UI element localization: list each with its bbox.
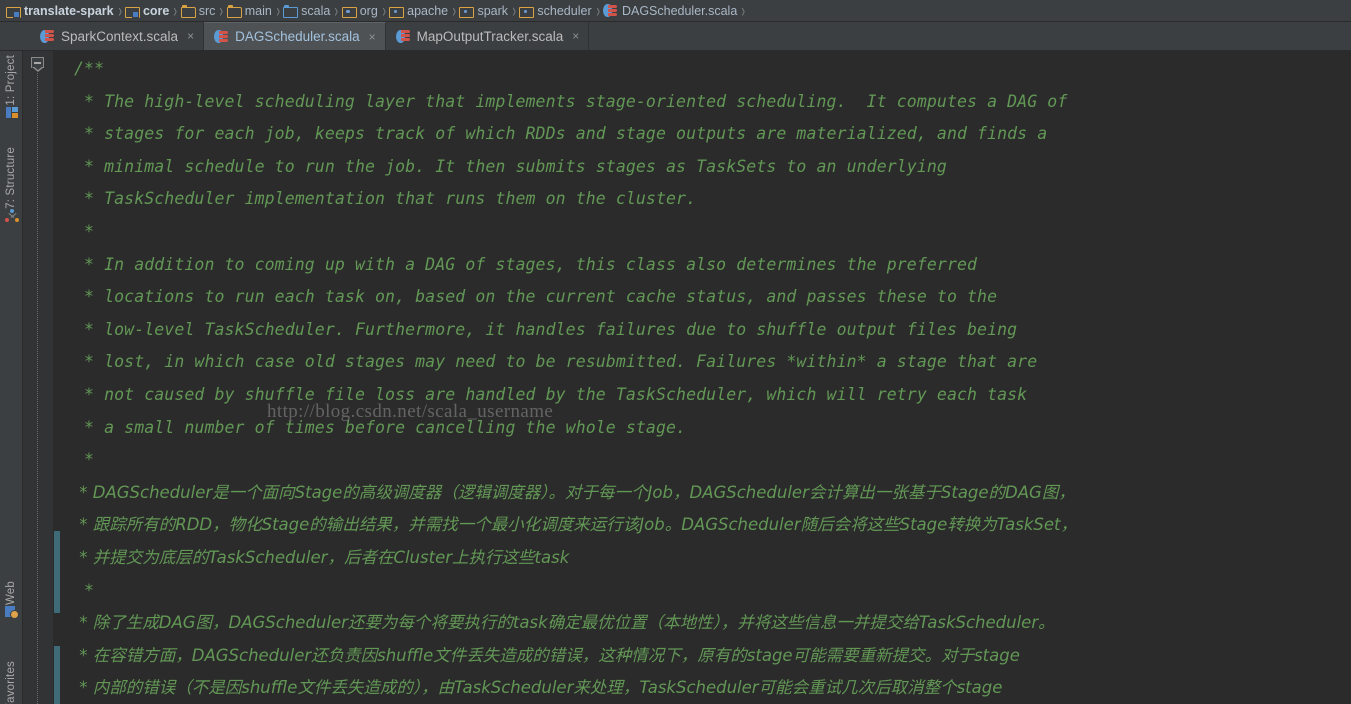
code-line[interactable]: * The high-level scheduling layer that i… bbox=[61, 86, 1351, 119]
code-line[interactable]: * 跟踪所有的RDD，物化Stage的输出结果，并需找一个最小化调度来运行该Jo… bbox=[61, 509, 1351, 542]
tool-window-tab-label: 2: Favorites bbox=[5, 661, 17, 704]
editor-tab-label: DAGScheduler.scala bbox=[235, 29, 360, 44]
breadcrumb-separator-icon: › bbox=[595, 0, 600, 21]
package-folder-icon bbox=[459, 5, 475, 18]
package-folder-icon bbox=[341, 5, 357, 18]
breadcrumb-item-spark[interactable]: spark bbox=[457, 0, 511, 21]
code-line[interactable]: * 在容错方面，DAGScheduler还负责因shuffle文件丢失造成的错误… bbox=[61, 640, 1351, 673]
breadcrumb: translate-spark › core › src › main › scala › org ›… bbox=[0, 0, 1351, 22]
breadcrumb-separator-icon: › bbox=[452, 0, 457, 21]
breadcrumb-separator-icon: › bbox=[512, 0, 517, 21]
web-icon bbox=[4, 605, 19, 620]
folder-icon bbox=[226, 4, 242, 18]
breadcrumb-item-label: translate-spark bbox=[24, 3, 114, 18]
ide-body: 1: Project 7: Structure Web ★2: Favorites /… bbox=[0, 51, 1351, 704]
breadcrumb-item-label: apache bbox=[407, 3, 449, 18]
code-line[interactable]: * locations to run each task on, based o… bbox=[61, 281, 1351, 314]
code-line[interactable]: * bbox=[61, 216, 1351, 249]
scala-file-icon bbox=[214, 30, 229, 44]
editor-tab-sparkcontext-scala[interactable]: SparkContext.scala × bbox=[30, 22, 205, 50]
breadcrumb-item-scala[interactable]: scala bbox=[281, 0, 333, 21]
scala-file-icon bbox=[40, 29, 55, 43]
tool-window-tab-7-structure[interactable]: 7: Structure bbox=[0, 147, 23, 227]
code-line[interactable]: * 内部的错误（不是因shuffle文件丢失造成的），由TaskSchedule… bbox=[61, 672, 1351, 704]
editor-tab-dagscheduler-scala[interactable]: DAGScheduler.scala × bbox=[204, 22, 386, 50]
code-line[interactable]: * a small number of times before cancell… bbox=[61, 412, 1351, 445]
source-root-folder-icon bbox=[283, 4, 299, 18]
breadcrumb-item-dagscheduler-scala[interactable]: DAGScheduler.scala bbox=[601, 0, 740, 21]
close-icon[interactable]: × bbox=[187, 30, 194, 42]
fold-region-guide bbox=[37, 73, 38, 704]
breadcrumb-separator-icon: › bbox=[334, 0, 339, 21]
breadcrumb-item-label: DAGScheduler.scala bbox=[621, 3, 738, 18]
scala-file-icon bbox=[602, 4, 618, 18]
code-line[interactable]: * DAGScheduler是一个面向Stage的高级调度器（逻辑调度器）。对于… bbox=[61, 477, 1351, 510]
change-marker-strip[interactable] bbox=[53, 51, 61, 704]
structure-icon bbox=[4, 208, 19, 223]
close-icon[interactable]: × bbox=[572, 30, 579, 42]
folder-icon bbox=[180, 4, 196, 18]
change-marker[interactable] bbox=[54, 531, 60, 613]
breadcrumb-item-label: core bbox=[142, 3, 170, 18]
code-line[interactable]: * TaskScheduler implementation that runs… bbox=[61, 183, 1351, 216]
tool-window-tab-web[interactable]: Web bbox=[0, 581, 23, 623]
code-line[interactable]: * stages for each job, keeps track of wh… bbox=[61, 118, 1351, 151]
breadcrumb-item-core[interactable]: core bbox=[123, 0, 172, 21]
breadcrumb-item-scheduler[interactable]: scheduler bbox=[517, 0, 594, 21]
breadcrumb-item-label: main bbox=[244, 3, 272, 18]
breadcrumb-separator-icon: › bbox=[741, 0, 746, 21]
code-line[interactable]: * 并提交为底层的TaskScheduler，后者在Cluster上执行这些ta… bbox=[61, 542, 1351, 575]
code-line[interactable]: * In addition to coming up with a DAG of… bbox=[61, 249, 1351, 282]
breadcrumb-separator-icon: › bbox=[276, 0, 280, 21]
editor-tab-bar: SparkContext.scala × DAGScheduler.scala × Ma… bbox=[0, 22, 1351, 51]
tool-window-tab-2-favorites[interactable]: ★2: Favorites bbox=[0, 661, 23, 704]
code-line[interactable]: * bbox=[61, 444, 1351, 477]
breadcrumb-item-apache[interactable]: apache bbox=[387, 0, 451, 21]
breadcrumb-item-org[interactable]: org bbox=[340, 0, 381, 21]
code-line[interactable]: * bbox=[61, 575, 1351, 608]
project-icon bbox=[5, 106, 19, 120]
breadcrumb-item-label: scheduler bbox=[537, 3, 592, 18]
breadcrumb-item-label: scala bbox=[301, 3, 331, 18]
editor[interactable]: /** * The high-level scheduling layer th… bbox=[23, 51, 1351, 704]
breadcrumb-item-main[interactable]: main bbox=[225, 0, 275, 21]
breadcrumb-item-label: spark bbox=[477, 3, 509, 18]
package-folder-icon bbox=[389, 5, 405, 18]
module-folder-icon bbox=[124, 5, 140, 18]
code-line[interactable]: * 除了生成DAG图，DAGScheduler还要为每个将要执行的task确定最… bbox=[61, 607, 1351, 640]
breadcrumb-item-src[interactable]: src bbox=[179, 0, 219, 21]
scala-file-icon bbox=[395, 29, 411, 43]
tool-window-tab-label: Web bbox=[5, 581, 17, 606]
breadcrumb-separator-icon: › bbox=[117, 0, 122, 21]
code-line[interactable]: * not caused by shuffle file loss are ha… bbox=[61, 379, 1351, 412]
breadcrumb-separator-icon: › bbox=[173, 0, 178, 21]
ide-window: translate-spark › core › src › main › scala › org ›… bbox=[0, 0, 1351, 704]
code-line[interactable]: * lost, in which case old stages may nee… bbox=[61, 346, 1351, 379]
tool-window-strip: 1: Project 7: Structure Web ★2: Favorites bbox=[0, 51, 23, 704]
editor-tab-mapoutputtracker-scala[interactable]: MapOutputTracker.scala × bbox=[385, 22, 590, 50]
code-content[interactable]: /** * The high-level scheduling layer th… bbox=[61, 51, 1351, 704]
breadcrumb-separator-icon: › bbox=[219, 0, 224, 21]
breadcrumb-item-translate-spark[interactable]: translate-spark bbox=[4, 0, 117, 21]
breadcrumb-item-label: org bbox=[359, 3, 378, 18]
module-folder-icon bbox=[6, 5, 21, 18]
code-line[interactable]: * low-level TaskScheduler. Furthermore, … bbox=[61, 314, 1351, 347]
editor-tab-label: MapOutputTracker.scala bbox=[416, 28, 564, 44]
breadcrumb-item-label: src bbox=[198, 3, 216, 18]
tool-window-tab-label: 1: Project bbox=[5, 55, 17, 106]
tool-window-tab-1-project[interactable]: 1: Project bbox=[0, 55, 23, 124]
tool-window-tab-label: 7: Structure bbox=[5, 147, 17, 209]
package-folder-icon bbox=[519, 5, 535, 18]
code-line[interactable]: * minimal schedule to run the job. It th… bbox=[61, 151, 1351, 184]
change-marker[interactable] bbox=[54, 646, 60, 704]
editor-gutter[interactable] bbox=[23, 51, 53, 704]
breadcrumb-separator-icon: › bbox=[382, 0, 386, 21]
editor-tab-label: SparkContext.scala bbox=[61, 28, 179, 44]
close-icon[interactable]: × bbox=[369, 31, 376, 43]
code-line[interactable]: /** bbox=[61, 53, 1351, 86]
code-fold-collapse-icon[interactable] bbox=[31, 57, 44, 72]
